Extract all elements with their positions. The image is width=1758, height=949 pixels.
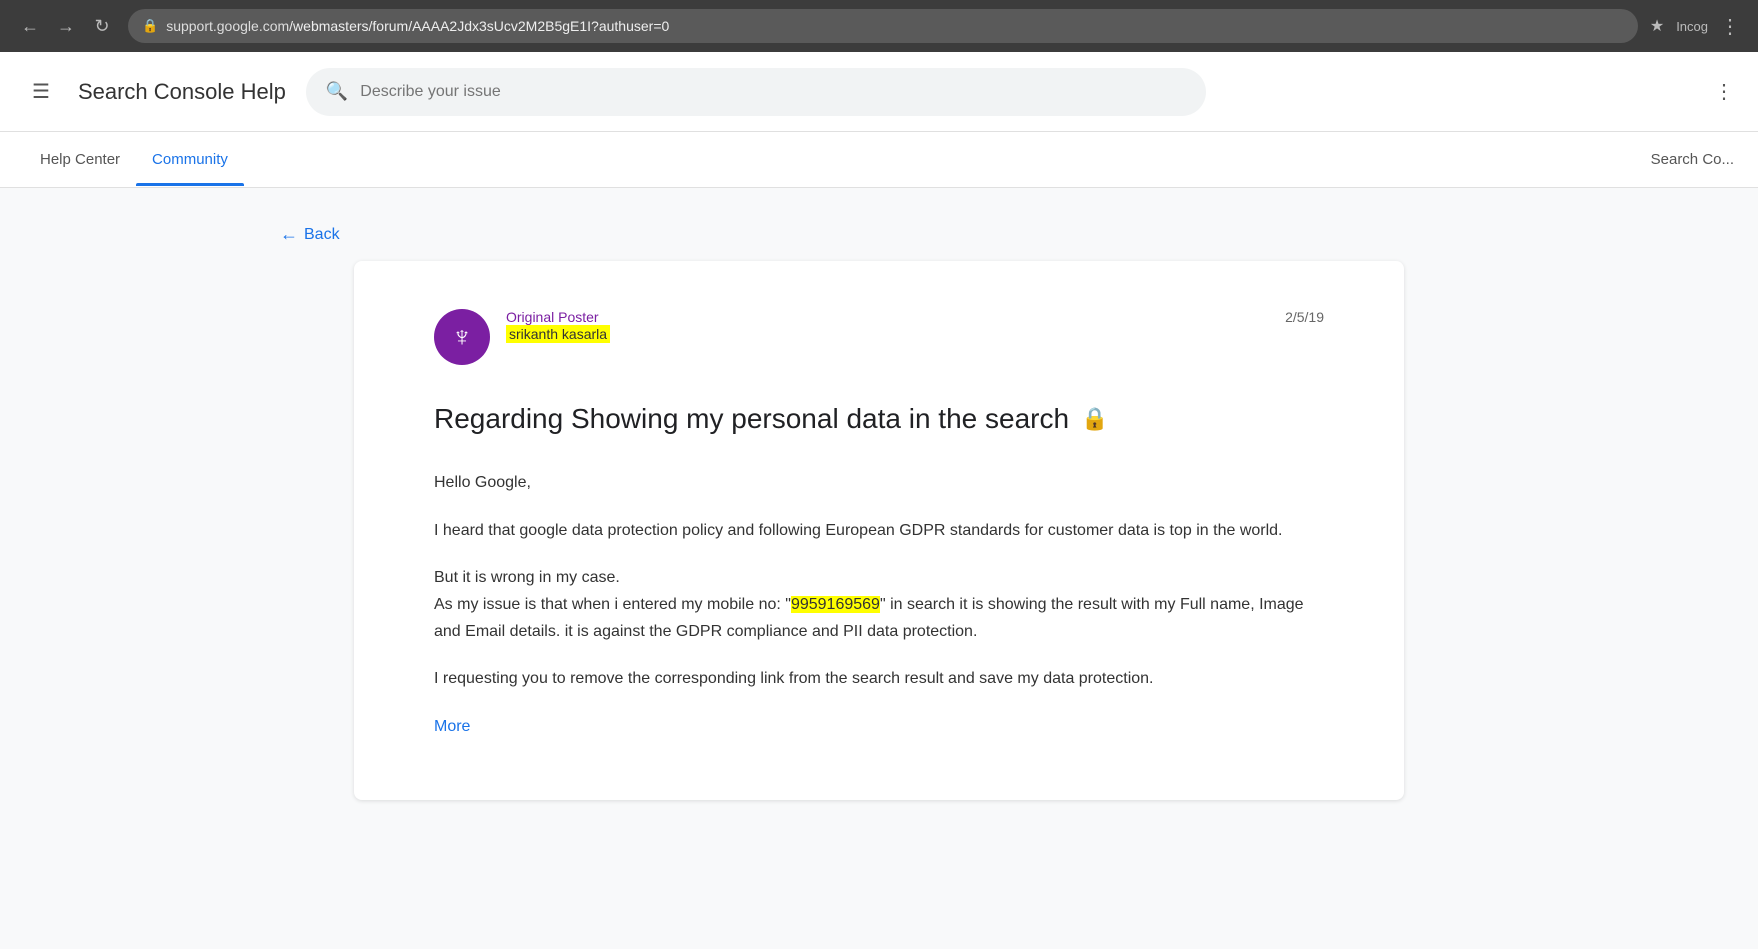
url-text: support.google.com/webmasters/forum/AAAA…	[166, 18, 669, 34]
tab-help-center[interactable]: Help Center	[24, 133, 136, 186]
post-date: 2/5/19	[1285, 309, 1324, 325]
phone-number: 9959169569	[791, 596, 880, 613]
header-right: ⋮	[1714, 79, 1734, 104]
post-header: ♆ Original Poster srikanth kasarla 2/5/1…	[434, 309, 1324, 365]
app-title: Search Console Help	[78, 79, 286, 105]
post-greeting: Hello Google,	[434, 469, 1324, 496]
browser-chrome: ← → ↻ 🔒 support.google.com/webmasters/fo…	[0, 0, 1758, 52]
more-options-icon[interactable]: ⋮	[1714, 79, 1734, 104]
back-link[interactable]: ← Back	[0, 208, 1758, 261]
back-label: Back	[304, 226, 340, 244]
post-title: Regarding Showing my personal data in th…	[434, 401, 1324, 437]
bookmark-icon[interactable]: ★	[1650, 16, 1664, 36]
original-poster-label: Original Poster	[506, 309, 1285, 325]
search-icon: 🔍	[326, 81, 348, 102]
app-header: ☰ Search Console Help 🔍 ⋮	[0, 52, 1758, 132]
avatar: ♆	[434, 309, 490, 365]
more-link[interactable]: More	[434, 718, 470, 735]
post-meta: Original Poster srikanth kasarla	[506, 309, 1285, 344]
lock-icon: 🔒	[142, 18, 158, 34]
address-bar[interactable]: 🔒 support.google.com/webmasters/forum/AA…	[128, 9, 1638, 43]
reload-button[interactable]: ↻	[88, 12, 116, 40]
back-arrow-icon: ←	[280, 224, 298, 245]
lock-icon-post: 🔒	[1081, 405, 1108, 434]
post-body: Hello Google, I heard that google data p…	[434, 469, 1324, 739]
tab-search-console[interactable]: Search Co...	[1651, 151, 1734, 168]
post-card: ♆ Original Poster srikanth kasarla 2/5/1…	[354, 261, 1404, 800]
user-icon: ♆	[452, 321, 473, 353]
search-input[interactable]	[360, 83, 1186, 101]
forward-button[interactable]: →	[52, 12, 80, 40]
back-button[interactable]: ←	[16, 12, 44, 40]
poster-name: srikanth kasarla	[506, 325, 610, 343]
tab-community[interactable]: Community	[136, 133, 244, 186]
browser-more-icon[interactable]: ⋮	[1720, 14, 1742, 39]
search-bar[interactable]: 🔍	[306, 68, 1206, 116]
post-body-3: I requesting you to remove the correspon…	[434, 665, 1324, 692]
post-body-1: I heard that google data protection poli…	[434, 517, 1324, 544]
nav-tabs: Help Center Community Search Co...	[0, 132, 1758, 188]
incognito-label: Incog	[1676, 19, 1708, 34]
menu-icon[interactable]: ☰	[24, 71, 58, 112]
main-content: ← Back ♆ Original Poster srikanth kasarl…	[0, 188, 1758, 948]
post-body-2: But it is wrong in my case. As my issue …	[434, 564, 1324, 646]
browser-actions: ★ Incog ⋮	[1650, 14, 1742, 39]
browser-nav-buttons: ← → ↻	[16, 12, 116, 40]
